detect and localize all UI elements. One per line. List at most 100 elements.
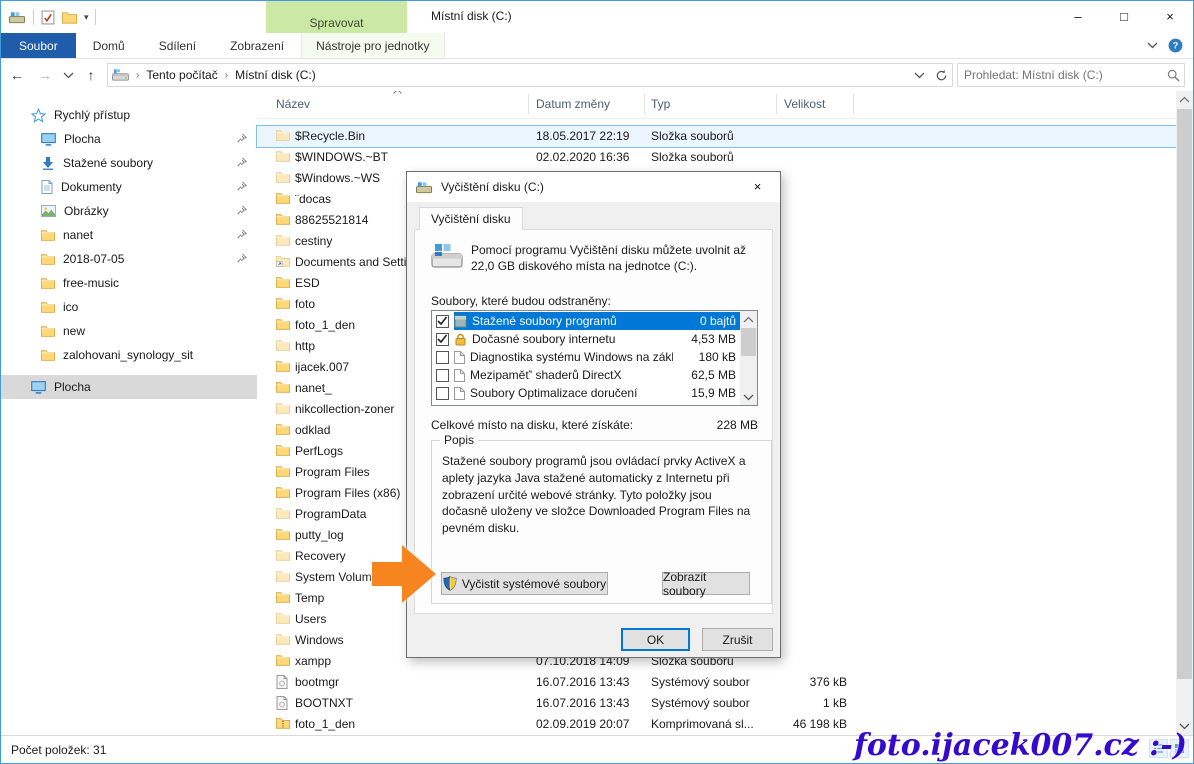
cleanup-item-row[interactable]: Dočasné soubory internetu4,53 MB — [432, 330, 740, 348]
sidebar-item-free-music[interactable]: free-music — [1, 271, 257, 295]
scrollbar-thumb[interactable] — [741, 328, 756, 356]
sidebar-item-ico[interactable]: ico — [1, 295, 257, 319]
close-button[interactable]: × — [1147, 1, 1193, 31]
sidebar-item-sta-en-soubory[interactable]: Stažené soubory — [1, 151, 257, 175]
description-text: Stažené soubory programů jsou ovládací p… — [442, 453, 760, 537]
file-row[interactable]: bootmgr16.07.2016 13:43Systémový soubor3… — [257, 672, 1178, 693]
item-checkbox[interactable] — [436, 405, 449, 407]
item-checkbox[interactable] — [436, 369, 449, 382]
file-name: PerfLogs — [295, 444, 343, 458]
file-row[interactable]: $WINDOWS.~BT02.02.2020 16:36Složka soubo… — [257, 147, 1178, 168]
ok-button[interactable]: OK — [621, 628, 690, 651]
item-checkbox[interactable] — [436, 315, 449, 328]
address-dropdown-icon[interactable] — [908, 64, 930, 86]
maximize-button[interactable]: □ — [1101, 1, 1147, 31]
breadcrumb-item[interactable]: Místní disk (C:) — [235, 68, 316, 82]
file-name: ¨docas — [295, 192, 331, 206]
cancel-button[interactable]: Zrušit — [702, 628, 773, 651]
history-chevron-icon[interactable] — [61, 63, 75, 87]
back-icon[interactable]: ← — [5, 63, 29, 87]
dialog-scrollbar[interactable] — [740, 311, 757, 405]
file-name: Users — [295, 612, 326, 626]
column-header-velikost[interactable]: Velikost — [784, 97, 825, 111]
item-checkbox[interactable] — [436, 387, 449, 400]
sidebar-item-label: Plocha — [64, 132, 101, 146]
file-row[interactable]: $Recycle.Bin18.05.2017 22:19Složka soubo… — [257, 126, 1178, 147]
zip-folder-icon — [276, 717, 290, 729]
sidebar-item-plocha[interactable]: Plocha — [1, 375, 257, 399]
up-icon[interactable]: ↑ — [79, 63, 103, 87]
address-bar[interactable]: › Tento počítač › Místní disk (C:) — [107, 63, 953, 87]
show-files-button[interactable]: Zobrazit soubory — [662, 572, 750, 595]
files-to-delete-label: Soubory, které budou odstraněny: — [431, 294, 611, 308]
file-name: BOOTNXT — [295, 696, 353, 710]
properties-icon[interactable] — [41, 10, 55, 25]
column-header-nazev[interactable]: Název — [276, 97, 310, 111]
sidebar-item-rychl-p-stup[interactable]: Rychlý přístup — [1, 103, 257, 127]
sidebar-item-2018-07-05[interactable]: 2018-07-05 — [1, 247, 257, 271]
minimize-button[interactable]: – — [1055, 1, 1101, 31]
help-icon[interactable]: ? — [1168, 38, 1183, 53]
folder-light-icon — [276, 339, 290, 351]
item-checkbox[interactable] — [436, 351, 449, 364]
folder-light-icon — [276, 633, 290, 645]
forward-icon[interactable]: → — [33, 63, 57, 87]
ribbon-tab-row: Soubor DomůSdíleníZobrazení Nástroje pro… — [1, 33, 1193, 59]
file-name: $WINDOWS.~BT — [295, 150, 388, 164]
item-size: 4,53 MB — [678, 332, 740, 346]
sidebar-item-obr-zky[interactable]: Obrázky — [1, 199, 257, 223]
cleanup-item-row[interactable]: Diagnostika systému Windows na zákl...18… — [432, 348, 740, 366]
dialog-close-button[interactable]: × — [735, 172, 780, 201]
folder-light-icon — [276, 171, 290, 183]
scroll-up-icon[interactable] — [740, 311, 757, 327]
window-title: Místní disk (C:) — [431, 9, 512, 23]
cleanup-item-row[interactable]: Soubory Optimalizace doručení15,9 MB — [432, 384, 740, 402]
tab-domů[interactable]: Domů — [76, 33, 142, 58]
cleanup-item-row[interactable]: Mezipaměť' shaderů DirectX62,5 MB — [432, 366, 740, 384]
qat-caret-icon[interactable]: ▾ — [84, 12, 88, 23]
sidebar-item-dokumenty[interactable]: Dokumenty — [1, 175, 257, 199]
pin-icon — [236, 229, 247, 240]
folder-light-icon — [276, 549, 290, 561]
dialog-tab-page: Pomocí programu Vyčištění disku můžete u… — [414, 229, 773, 614]
scrollbar-thumb[interactable] — [1177, 109, 1192, 679]
column-header-typ[interactable]: Typ — [651, 97, 670, 111]
clean-system-files-button[interactable]: Vyčistit systémové soubory — [441, 572, 608, 595]
tab-zobrazení[interactable]: Zobrazení — [213, 33, 301, 58]
sidebar-item-label: Obrázky — [64, 204, 109, 218]
column-header-datum[interactable]: Datum změny — [536, 97, 610, 111]
chevron-down-icon[interactable] — [1147, 42, 1158, 49]
cleanup-item-row[interactable]: Stažené soubory programů0 bajtů — [432, 312, 740, 330]
folder-link-icon — [276, 255, 290, 267]
sidebar-item-zalohovani-synology-sit[interactable]: zalohovani_synology_sit — [1, 343, 257, 367]
download-icon — [41, 156, 55, 170]
item-checkbox[interactable] — [436, 333, 449, 346]
file-size: 46 198 kB — [737, 717, 847, 731]
breadcrumb-item[interactable]: Tento počítač — [146, 68, 217, 82]
search-box[interactable] — [957, 63, 1185, 87]
search-input[interactable] — [958, 68, 1162, 82]
refresh-icon[interactable] — [930, 64, 952, 86]
folder-light-icon — [276, 570, 290, 582]
file-name: nikcollection-zoner — [295, 402, 394, 416]
folder-icon — [276, 318, 290, 330]
sidebar-item-nanet[interactable]: nanet — [1, 223, 257, 247]
tab-nastroje-pro-jednotky[interactable]: Nástroje pro jednotky — [301, 33, 444, 58]
dialog-intro-text: Pomocí programu Vyčištění disku můžete u… — [471, 242, 767, 274]
drive-icon[interactable] — [9, 11, 26, 24]
cleanup-item-row[interactable] — [432, 402, 740, 406]
new-folder-icon[interactable] — [62, 11, 77, 24]
sidebar-item-plocha[interactable]: Plocha — [1, 127, 257, 151]
sidebar-item-new[interactable]: new — [1, 319, 257, 343]
scroll-down-icon[interactable] — [740, 389, 757, 405]
item-label: Mezipaměť' shaderů DirectX — [470, 368, 673, 382]
vertical-scrollbar[interactable] — [1176, 91, 1193, 735]
file-row[interactable]: BOOTNXT16.07.2016 13:43Systémový soubor1… — [257, 693, 1178, 714]
tab-vycisteni-disku[interactable]: Vyčištění disku — [419, 207, 523, 230]
contextual-tab-header: Spravovat — [266, 1, 407, 33]
scroll-up-icon[interactable] — [1176, 91, 1193, 108]
dialog-title: Vyčištění disku (C:) — [441, 180, 544, 194]
search-icon[interactable] — [1162, 64, 1184, 86]
tab-soubor[interactable]: Soubor — [1, 33, 76, 58]
tab-sdílení[interactable]: Sdílení — [142, 33, 213, 58]
